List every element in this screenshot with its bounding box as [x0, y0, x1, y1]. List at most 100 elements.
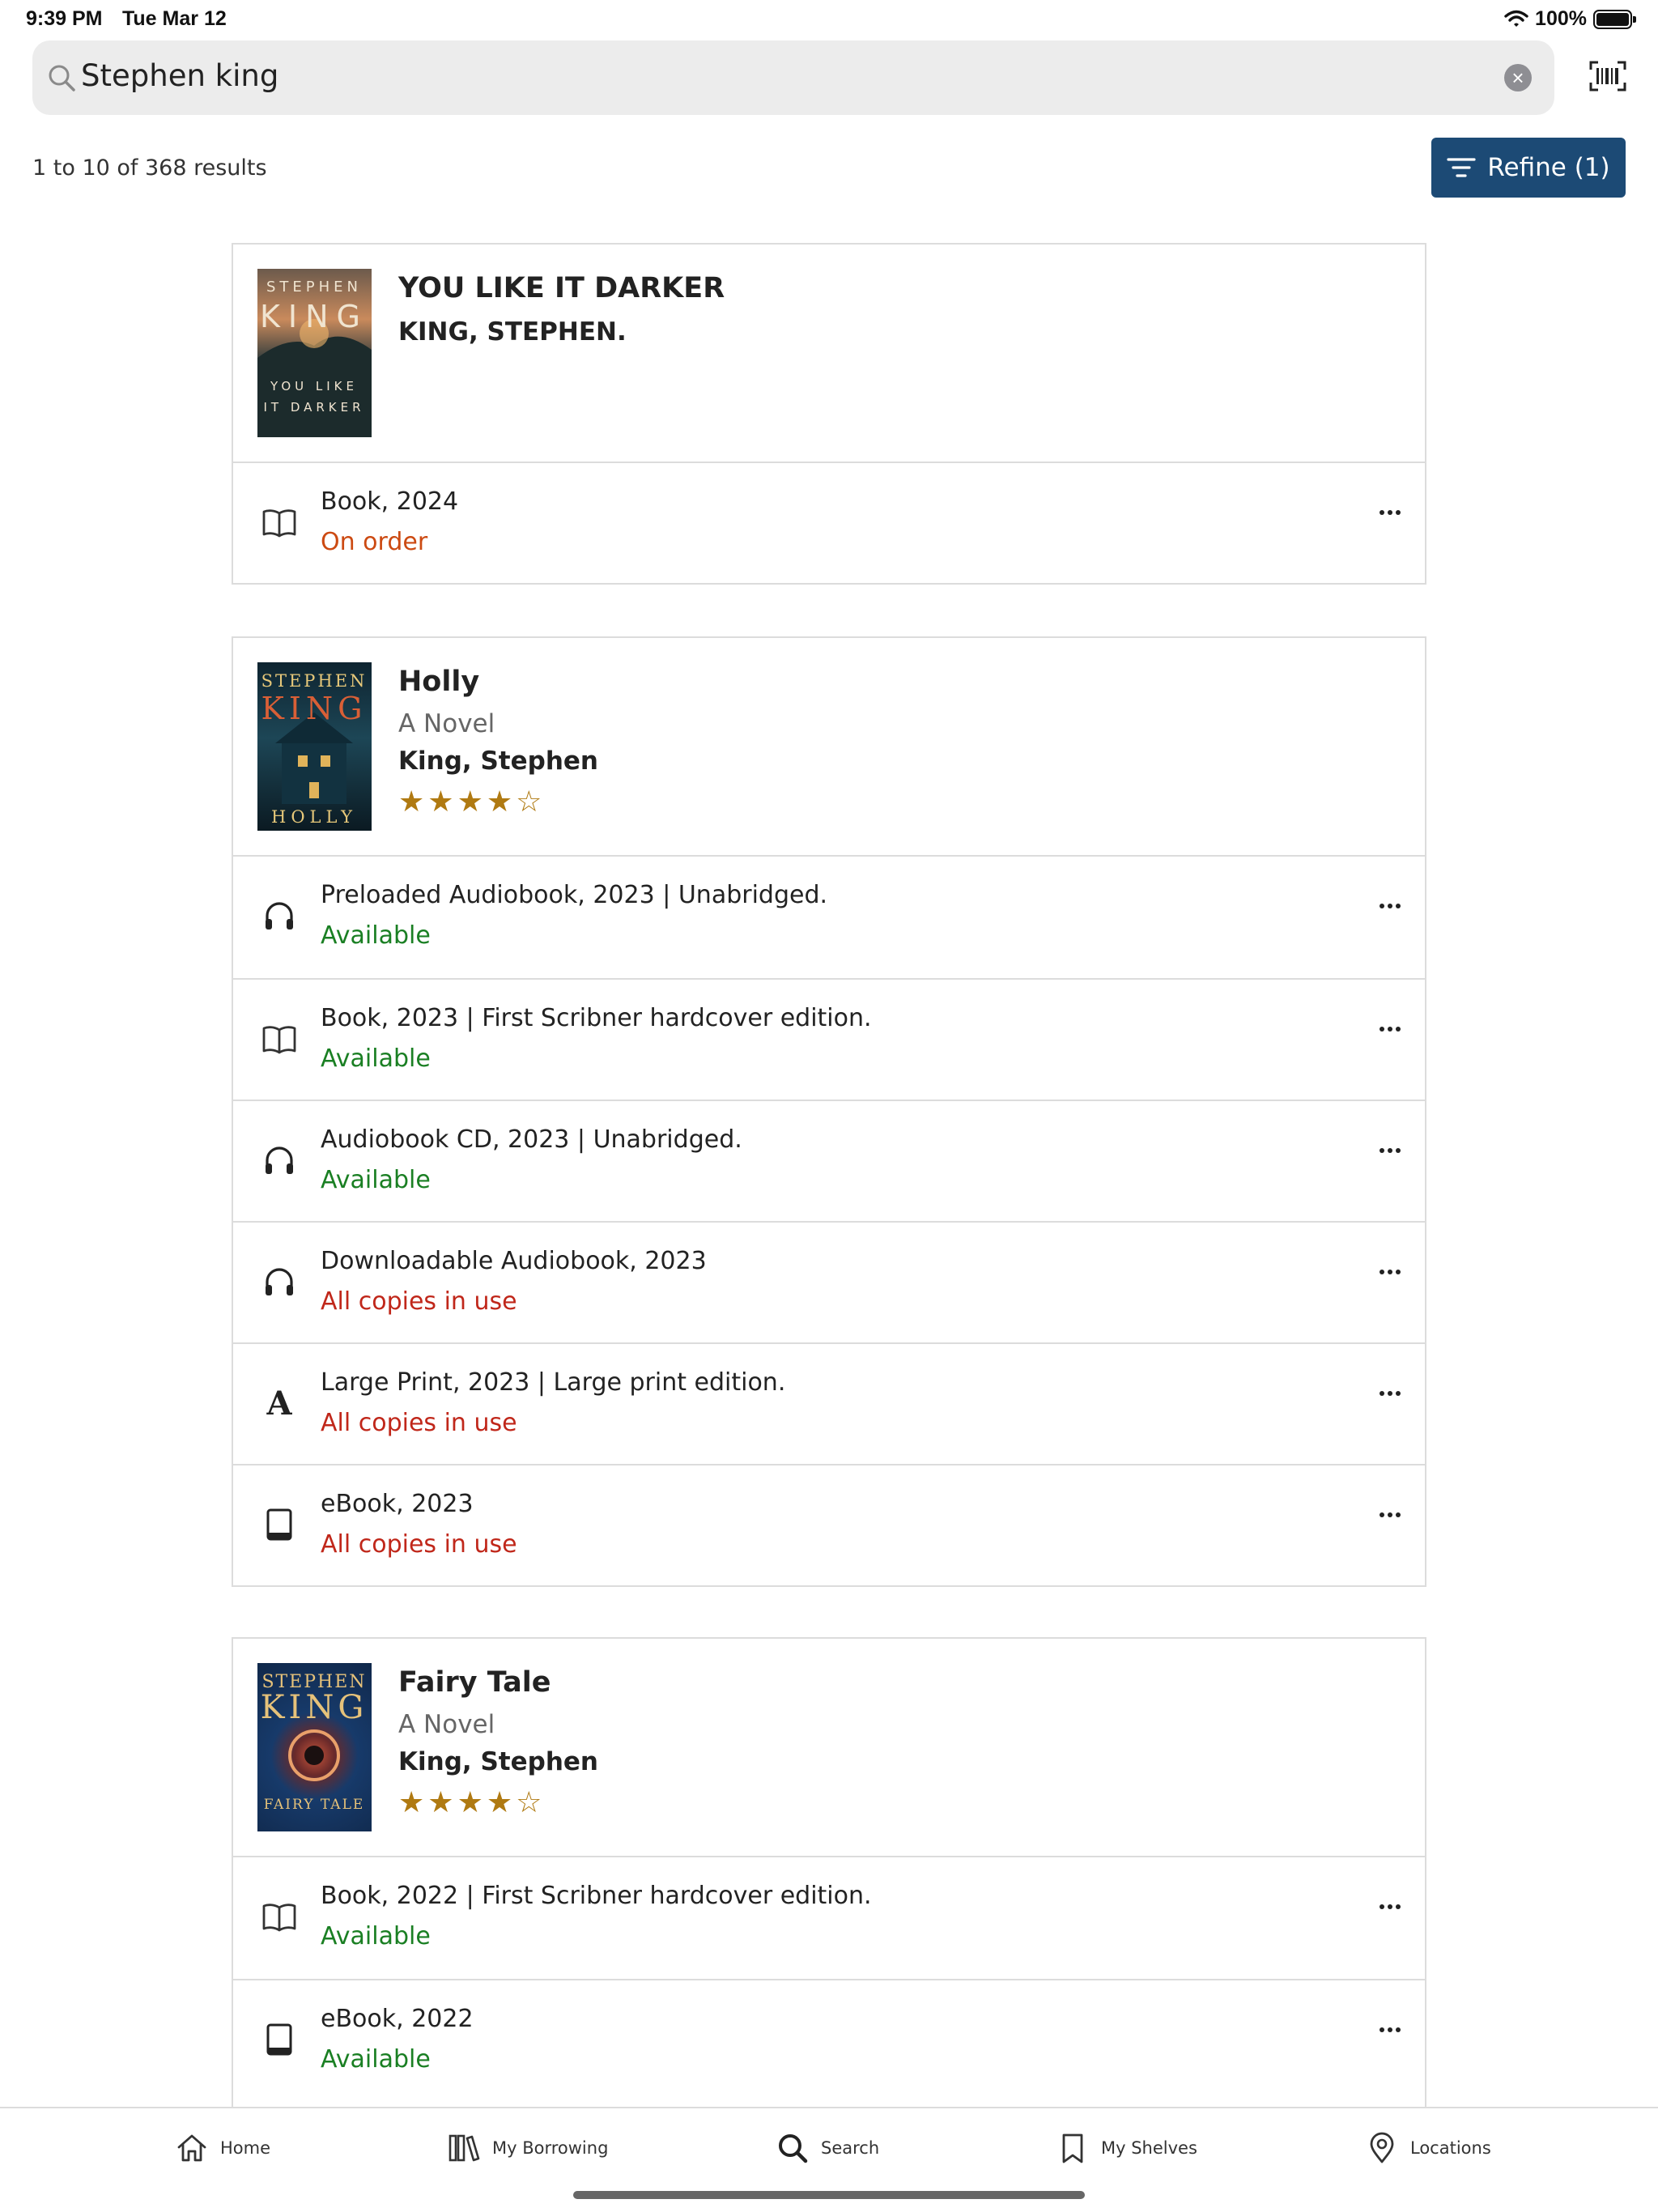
cover-art: STEPHEN KING FAIRY TALE [261, 1672, 368, 1813]
card-header[interactable]: STEPHEN KING YOU LIKE IT DARKER YOU LIKE… [233, 245, 1425, 463]
star-filled-icon: ★ [457, 1785, 483, 1819]
cover-king-line: KING [261, 691, 367, 726]
card-header[interactable]: STEPHEN KING FAIRY TALE Fairy Tale A Nov… [233, 1639, 1425, 1857]
book-icon [261, 1898, 298, 1935]
tab-locations[interactable]: Locations [1365, 2131, 1491, 2165]
cover-author-line: STEPHEN [266, 279, 362, 296]
tab-my-borrowing-label: My Borrowing [492, 2138, 609, 2158]
format-row[interactable]: Book, 2024 On order [233, 463, 1425, 585]
format-row[interactable]: Audiobook CD, 2023 | Unabridged. Availab… [233, 1100, 1425, 1221]
cover-title-line2: IT DARKER [263, 400, 364, 415]
tab-locations-label: Locations [1410, 2138, 1491, 2158]
more-options-button[interactable] [1380, 1391, 1401, 1396]
cover-author-line: STEPHEN [261, 671, 368, 691]
star-empty-icon: ☆ [516, 1785, 542, 1819]
barcode-scan-icon[interactable] [1588, 60, 1627, 92]
format-row[interactable]: Preloaded Audiobook, 2023 | Unabridged. … [233, 857, 1425, 978]
format-row[interactable]: A Large Print, 2023 | Large print editio… [233, 1342, 1425, 1464]
cover-title-line1: HOLLY [271, 807, 357, 827]
book-subtitle: A Novel [398, 1710, 495, 1739]
books-icon [449, 2134, 480, 2162]
format-row[interactable]: Book, 2023 | First Scribner hardcover ed… [233, 978, 1425, 1100]
home-icon [177, 2134, 206, 2162]
results-count: 1 to 10 of 368 results [32, 155, 267, 181]
more-options-button[interactable] [1380, 904, 1401, 908]
bottom-tab-bar: Home My Borrowing Search My Shelves Loca… [0, 2107, 1658, 2212]
more-options-button[interactable] [1380, 1270, 1401, 1274]
availability-status: On order [321, 528, 428, 556]
refine-button[interactable]: Refine (1) [1431, 138, 1626, 198]
star-filled-icon: ★ [486, 785, 513, 818]
star-rating: ★ ★ ★ ★ ☆ [398, 787, 542, 816]
cover-king-line: KING [261, 1689, 368, 1726]
book-cover[interactable]: STEPHEN KING HOLLY [257, 662, 372, 831]
book-author[interactable]: KING, STEPHEN. [398, 317, 627, 347]
star-filled-icon: ★ [398, 785, 425, 818]
result-card-2[interactable]: STEPHEN KING HOLLY Holly A Novel King, S… [232, 636, 1426, 1587]
search-input[interactable]: Stephen king [81, 58, 278, 93]
format-label: Large Print, 2023 | Large print edition. [321, 1368, 786, 1397]
format-row[interactable]: Downloadable Audiobook, 2023 All copies … [233, 1221, 1425, 1342]
format-row[interactable]: Book, 2022 | First Scribner hardcover ed… [233, 1857, 1425, 1979]
tab-home-label: Home [220, 2138, 271, 2158]
result-card-1[interactable]: STEPHEN KING YOU LIKE IT DARKER YOU LIKE… [232, 243, 1426, 585]
clear-search-button[interactable]: × [1504, 64, 1532, 91]
star-empty-icon: ☆ [516, 785, 542, 818]
tab-my-shelves[interactable]: My Shelves [1056, 2131, 1197, 2165]
large-print-icon: A [266, 1384, 292, 1423]
card-header[interactable]: STEPHEN KING HOLLY Holly A Novel King, S… [233, 638, 1425, 857]
format-label: Book, 2024 [321, 487, 459, 516]
status-indicators: 100% [1504, 7, 1636, 31]
more-options-button[interactable] [1380, 510, 1401, 515]
close-icon: × [1511, 66, 1524, 90]
tab-search-label: Search [821, 2138, 880, 2158]
star-filled-icon: ★ [398, 1785, 425, 1819]
tab-search[interactable]: Search [776, 2131, 879, 2165]
book-cover[interactable]: STEPHEN KING YOU LIKE IT DARKER [257, 269, 372, 437]
more-options-button[interactable] [1380, 1027, 1401, 1032]
tab-my-borrowing[interactable]: My Borrowing [447, 2131, 608, 2165]
availability-status: Available [321, 2045, 431, 2074]
book-author[interactable]: King, Stephen [398, 747, 598, 776]
tab-my-shelves-label: My Shelves [1101, 2138, 1197, 2158]
availability-status: All copies in use [321, 1287, 517, 1316]
availability-status: All copies in use [321, 1530, 517, 1559]
book-author[interactable]: King, Stephen [398, 1747, 598, 1776]
more-options-button[interactable] [1380, 1512, 1401, 1517]
book-title[interactable]: YOU LIKE IT DARKER [398, 272, 725, 304]
search-icon [779, 2134, 808, 2163]
headphones-icon [261, 1142, 298, 1179]
book-title[interactable]: Holly [398, 666, 479, 698]
more-options-button[interactable] [1380, 1904, 1401, 1909]
more-options-button[interactable] [1380, 2027, 1401, 2032]
availability-status: Available [321, 921, 431, 950]
book-subtitle: A Novel [398, 709, 495, 738]
more-options-button[interactable] [1380, 1148, 1401, 1153]
availability-status: Available [321, 1044, 431, 1073]
tab-home[interactable]: Home [175, 2131, 270, 2165]
book-title[interactable]: Fairy Tale [398, 1666, 551, 1699]
tablet-icon [261, 2021, 298, 2058]
search-bar[interactable]: Stephen king × [32, 40, 1554, 115]
cover-title-line1: FAIRY TALE [264, 1797, 365, 1813]
headphones-icon [261, 897, 298, 934]
filter-icon [1447, 158, 1476, 177]
book-icon [261, 1020, 298, 1057]
home-indicator [573, 2191, 1085, 2199]
headphones-icon [261, 1263, 298, 1300]
search-icon [49, 65, 75, 91]
battery-percent: 100% [1535, 7, 1587, 30]
tablet-icon [261, 1506, 298, 1543]
cover-king-line: KING [260, 299, 368, 334]
star-filled-icon: ★ [427, 785, 454, 818]
bookmark-icon [1062, 2133, 1083, 2163]
status-time: 9:39 PM [26, 7, 103, 30]
format-row[interactable]: eBook, 2023 All copies in use [233, 1464, 1425, 1585]
availability-status: All copies in use [321, 1409, 517, 1437]
availability-status: Available [321, 1166, 431, 1194]
availability-status: Available [321, 1922, 431, 1950]
book-cover[interactable]: STEPHEN KING FAIRY TALE [257, 1663, 372, 1831]
format-row[interactable]: eBook, 2022 Available [233, 1979, 1425, 2100]
star-rating: ★ ★ ★ ★ ☆ [398, 1788, 542, 1817]
book-icon [261, 504, 298, 541]
